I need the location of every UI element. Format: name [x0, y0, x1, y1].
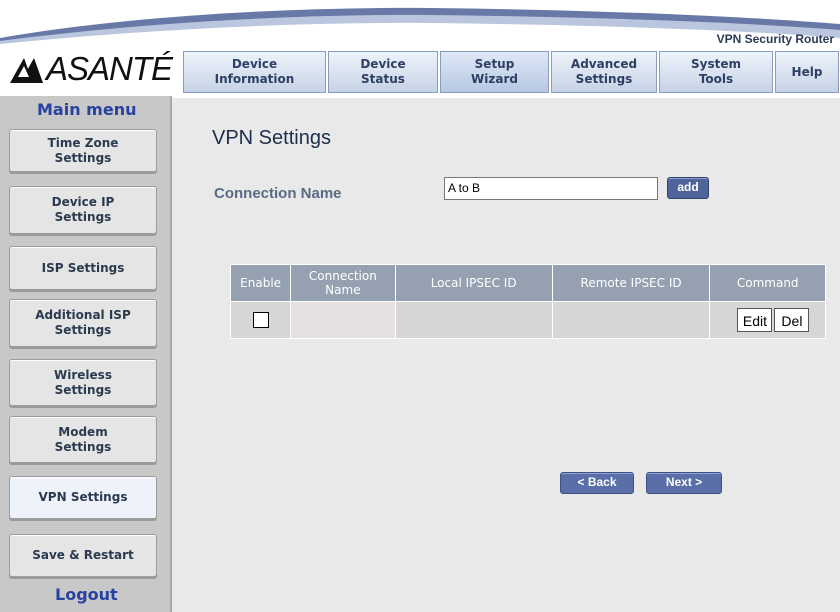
sidebar-item-isp-settings[interactable]: ISP Settings: [9, 246, 157, 290]
sidebar-item-time-zone-settings[interactable]: Time Zone Settings: [9, 129, 157, 172]
add-connection-button[interactable]: add: [667, 177, 709, 199]
sidebar-item-wireless-settings[interactable]: Wireless Settings: [9, 359, 157, 406]
sidebar-item-vpn-settings[interactable]: VPN Settings: [9, 476, 157, 519]
tab-help[interactable]: Help: [775, 51, 839, 93]
back-button[interactable]: < Back: [560, 472, 634, 494]
local-ipsec-id-column-header: Local IPSEC ID: [394, 264, 553, 302]
asante-logo: ASANTÉ: [8, 49, 178, 89]
connection-name-column-header: Connection Name: [290, 264, 396, 302]
connection-name-cell: [290, 301, 396, 339]
tab-advanced-settings[interactable]: Advanced Settings: [551, 51, 657, 93]
tab-device-information[interactable]: Device Information: [183, 51, 326, 93]
tab-device-status[interactable]: Device Status: [328, 51, 438, 93]
logo-text: ASANTÉ: [46, 50, 173, 87]
enable-column-header: Enable: [229, 264, 292, 302]
enable-checkbox[interactable]: [252, 312, 269, 328]
table-row: Edit Del: [229, 301, 826, 339]
command-column-header: Command: [709, 264, 826, 302]
router-admin-page: VPN Security Router ASANTÉ Device Inform…: [0, 0, 840, 612]
next-button[interactable]: Next >: [646, 472, 722, 494]
sidebar-item-device-ip-settings[interactable]: Device IP Settings: [9, 186, 157, 234]
enable-cell: [229, 301, 292, 339]
tab-setup-wizard[interactable]: Setup Wizard: [440, 51, 549, 93]
remote-ipsec-id-column-header: Remote IPSEC ID: [551, 264, 711, 302]
tab-system-tools[interactable]: System Tools: [659, 51, 773, 93]
local-ipsec-id-cell: [394, 301, 553, 339]
command-cell: Edit Del: [709, 301, 826, 339]
top-navigation: Device Information Device Status Setup W…: [183, 51, 840, 96]
remote-ipsec-id-cell: [551, 301, 711, 339]
edit-button[interactable]: Edit: [737, 308, 773, 332]
product-name: VPN Security Router: [716, 32, 834, 46]
connection-name-input[interactable]: A to B: [444, 177, 658, 200]
sidebar-item-save-restart[interactable]: Save & Restart: [9, 534, 157, 577]
asante-mark-icon: [10, 58, 43, 83]
window-top-curve: [0, 0, 840, 45]
table-header-row: Enable Connection Name Local IPSEC ID Re…: [229, 264, 826, 302]
vpn-connections-table: Enable Connection Name Local IPSEC ID Re…: [229, 264, 826, 339]
logout-link[interactable]: Logout: [55, 585, 118, 604]
main-menu-title: Main menu: [37, 100, 137, 119]
connection-name-label: Connection Name: [214, 185, 342, 202]
main-menu-sidebar: Main menu Time Zone Settings Device IP S…: [0, 96, 172, 612]
delete-button[interactable]: Del: [774, 308, 810, 332]
page-title: VPN Settings: [212, 127, 331, 149]
vpn-settings-content: VPN Settings Connection Name A to B add …: [172, 98, 840, 612]
sidebar-item-additional-isp-settings[interactable]: Additional ISP Settings: [9, 299, 157, 347]
sidebar-item-modem-settings[interactable]: Modem Settings: [9, 416, 157, 463]
